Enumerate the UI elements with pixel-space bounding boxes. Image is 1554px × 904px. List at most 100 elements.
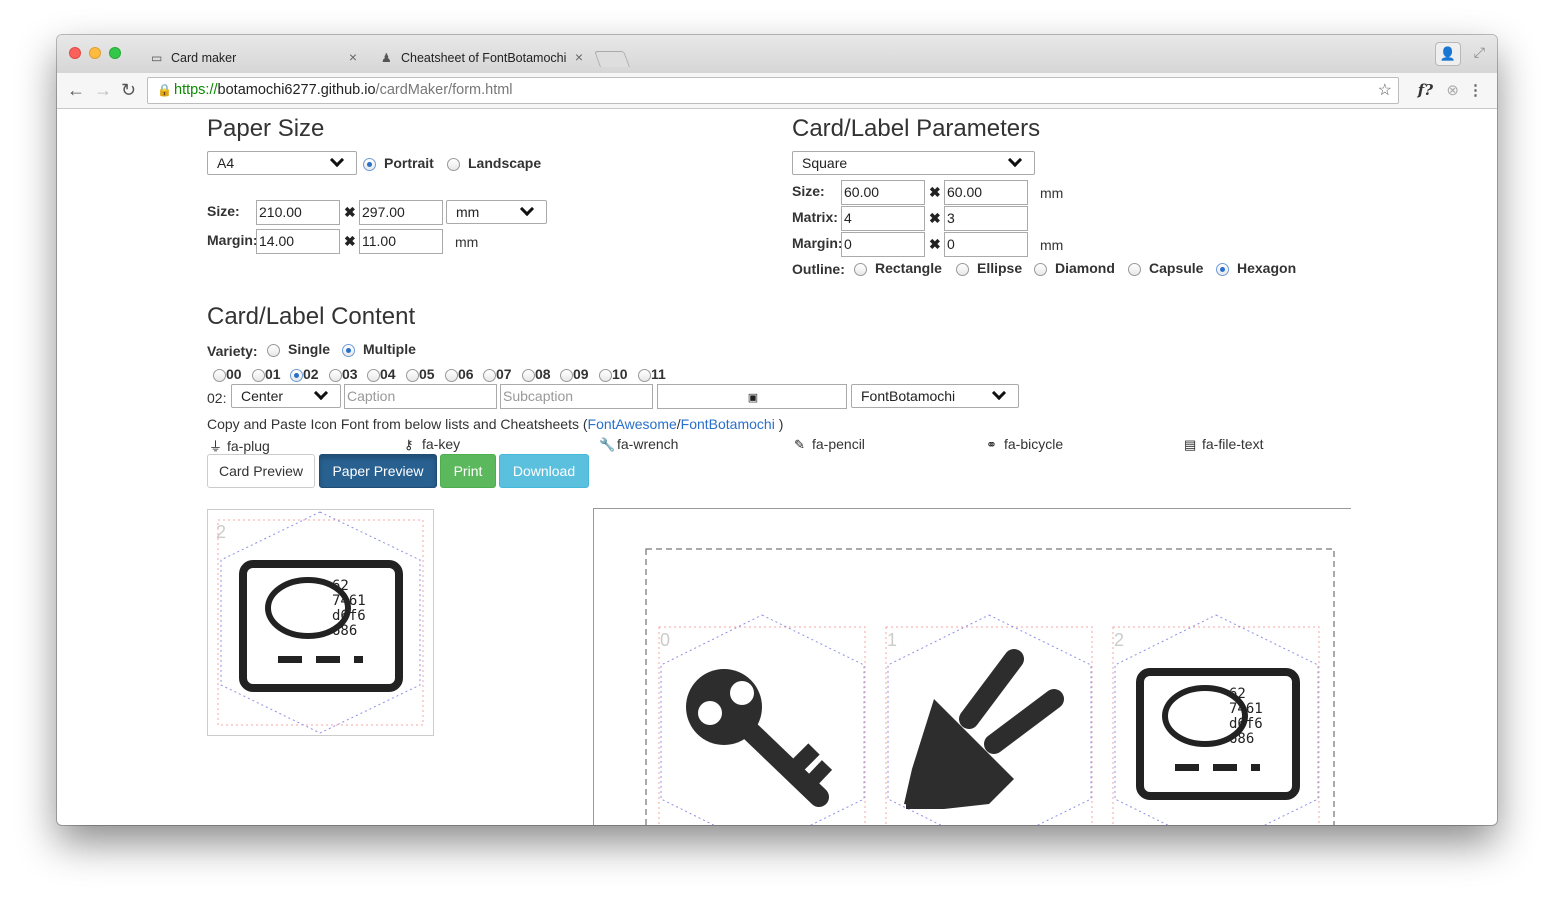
icon-list-name: fa-key [422,436,461,452]
card-margin-x-input[interactable]: 0 [841,232,925,257]
matrix-cols-input[interactable]: 4 [841,206,925,231]
card-size-label: Size: [792,183,825,199]
card-index-radio[interactable] [560,369,573,382]
tab-strip: ▭ Card maker × ♟ Cheatsheet of FontBotam… [57,35,1497,73]
back-arrow-icon[interactable]: ← [67,80,85,101]
paper-margin-y-input[interactable]: 11.00 [359,229,443,254]
zoom-window-button[interactable] [109,47,121,59]
paper-margin-label: Margin: [207,232,258,248]
card-number: 0 [660,630,670,650]
paper-size-select[interactable]: A4 [207,151,357,175]
reload-icon[interactable]: ↻ [121,80,136,101]
card-number: 2 [1114,630,1124,650]
card-index-radio[interactable] [329,369,342,382]
card-index-radio[interactable] [213,369,226,382]
landscape-radio[interactable] [447,158,460,171]
url-path: /cardMaker/form.html [375,82,513,98]
matrix-rows-input[interactable]: 3 [944,206,1028,231]
tab-card-maker[interactable]: ▭ Card maker × [143,43,363,73]
card-index-label: 04 [380,366,396,382]
card-height-input[interactable]: 60.00 [944,180,1028,205]
icon-list-name: fa-pencil [812,436,865,452]
outline-hexagon-radio[interactable] [1216,263,1229,276]
download-button[interactable]: Download [499,454,589,488]
profile-icon[interactable]: 👤 [1435,42,1461,66]
outline-hexagon-label: Hexagon [1237,260,1297,276]
card-width-input[interactable]: 60.00 [841,180,925,205]
robot-icon: ♟ [381,51,392,65]
card-shape-select[interactable]: Square [792,151,1035,175]
tab-title: Cheatsheet of FontBotamochi [401,51,567,65]
variety-single-radio[interactable] [267,344,280,357]
outline-rectangle-radio[interactable] [854,263,867,276]
menu-dots-icon[interactable]: ⋮ [1468,81,1483,99]
outline-diamond-radio[interactable] [1034,263,1047,276]
card-index-label: 05 [419,366,435,382]
print-button[interactable]: Print [440,454,496,488]
align-value: Center [241,388,284,404]
code-line: d6f6 [332,608,366,624]
page-content: Paper Size A4 Portrait Landscape Size: 2… [57,109,1497,825]
paper-width-input[interactable]: 210.00 [256,200,340,225]
card-index-radio[interactable] [445,369,458,382]
icon-list-item: 🔧 fa-wrench [599,436,678,453]
font-extension-icon[interactable]: f? [1418,81,1433,99]
fullscreen-icon[interactable]: ⤢ [1474,44,1485,61]
outline-capsule-radio[interactable] [1128,263,1141,276]
card-index-label: 08 [535,366,551,382]
paper-preview-button[interactable]: Paper Preview [319,454,437,488]
landscape-label: Landscape [468,155,542,171]
paper-margin-x-input[interactable]: 14.00 [256,229,340,254]
fontbotamochi-link[interactable]: FontBotamochi [681,416,775,432]
times-icon: ✖ [344,233,356,249]
subcaption-input[interactable]: Subcaption [500,384,653,409]
close-tab-icon[interactable]: × [575,49,583,65]
bookmark-star-icon[interactable]: ☆ [1378,78,1392,103]
code-line: 686 [1229,731,1254,747]
card-index-label: 00 [226,366,242,382]
close-window-button[interactable] [69,47,81,59]
minimize-window-button[interactable] [89,47,101,59]
icon-list-item: ⏚ fa-plug [209,436,270,455]
outline-ellipse-radio[interactable] [956,263,969,276]
chevron-down-icon [991,385,1007,401]
code-line: d6f6 [1229,716,1263,732]
card-index-radio[interactable] [599,369,612,382]
paper-height-input[interactable]: 297.00 [359,200,443,225]
caption-input[interactable]: Caption [344,384,497,409]
card-index-label: 11 [651,366,666,382]
outline-diamond-label: Diamond [1055,260,1115,276]
outline-capsule-label: Capsule [1149,260,1204,276]
card-margin-y-input[interactable]: 0 [944,232,1028,257]
card-index-radio[interactable] [367,369,380,382]
fontawesome-link[interactable]: FontAwesome [588,416,677,432]
portrait-radio[interactable] [363,158,376,171]
glyph-box-icon: ▣ [747,392,759,404]
tab-cheatsheet[interactable]: ♟ Cheatsheet of FontBotamochi × [373,43,589,73]
card-index-radio[interactable] [406,369,419,382]
icon-list-name: fa-wrench [617,436,679,452]
extension-circle-icon[interactable]: ⊗ [1446,81,1459,99]
card-index-radio[interactable] [290,369,303,382]
forward-arrow-icon[interactable]: → [94,80,112,101]
lock-icon: 🔒 [157,83,172,97]
help-text: Copy and Paste Icon Font from below list… [207,416,783,432]
variety-multiple-radio[interactable] [342,344,355,357]
card-index-radio[interactable] [483,369,496,382]
matrix-label: Matrix: [792,209,838,225]
font-select[interactable]: FontBotamochi [851,384,1019,408]
icon-glyph-input[interactable]: ▣ [657,384,847,409]
new-tab-button[interactable] [594,51,630,67]
hexagon-outline [220,511,421,734]
address-bar[interactable]: 🔒 https://botamochi6277.github.io/cardMa… [147,77,1399,104]
icon-list-item: ▤ fa-file-text [1184,436,1263,453]
align-select[interactable]: Center [231,384,341,408]
card-index-radio[interactable] [522,369,535,382]
card-index-radio[interactable] [638,369,651,382]
unit-select[interactable]: mm [446,200,547,224]
close-tab-icon[interactable]: × [349,49,357,65]
card-preview-button[interactable]: Card Preview [207,454,315,488]
card-index-label: 02 [303,366,319,382]
chevron-down-icon [329,152,345,168]
card-index-radio[interactable] [252,369,265,382]
